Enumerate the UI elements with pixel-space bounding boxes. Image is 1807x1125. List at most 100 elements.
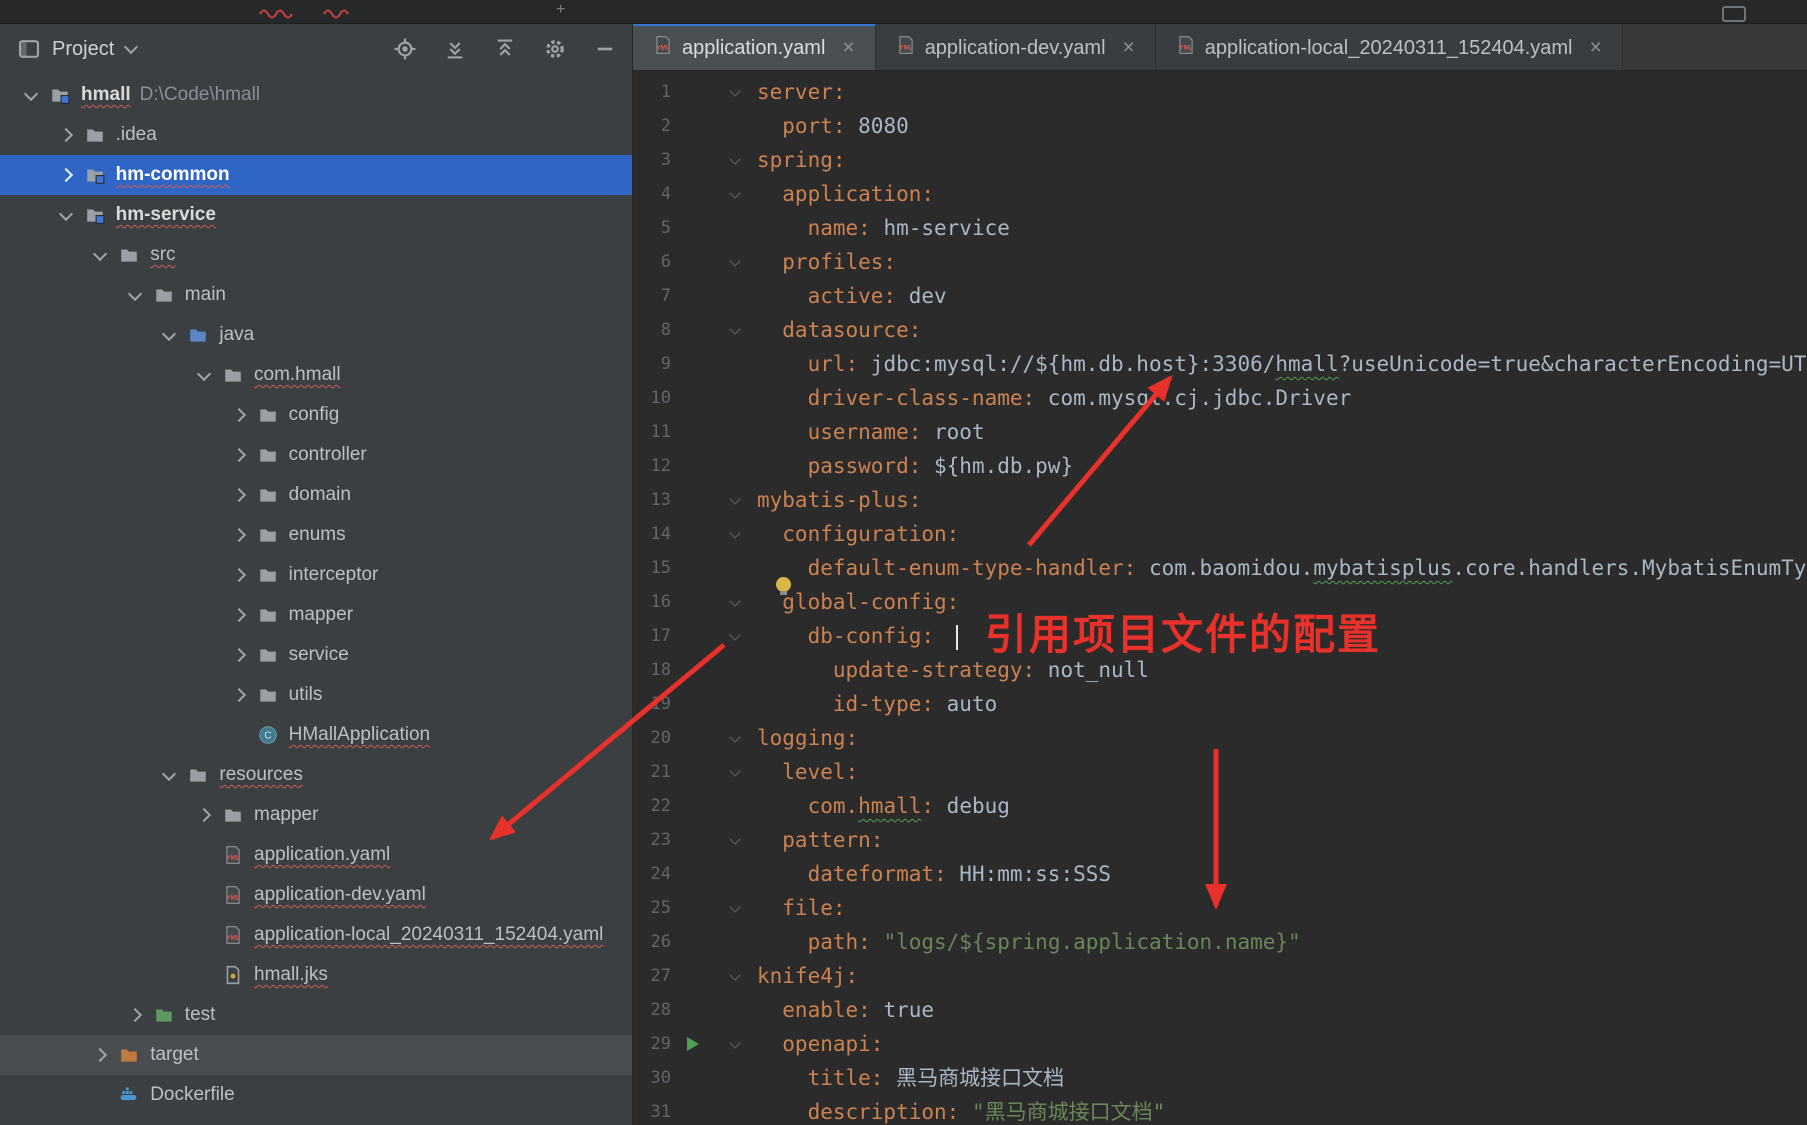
code-line[interactable]: 8 datasource: <box>633 313 1807 347</box>
tab-application-yaml[interactable]: YML application.yaml × <box>633 23 876 70</box>
tree-item-hm-common[interactable]: hm-common <box>0 155 632 195</box>
tree-item-java[interactable]: java <box>0 315 632 355</box>
code-line[interactable]: 14 configuration: <box>633 517 1807 551</box>
tree-item-main[interactable]: main <box>0 275 632 315</box>
fold-chevron-icon[interactable] <box>715 1036 755 1049</box>
code-line[interactable]: 28 enable: true <box>633 993 1807 1027</box>
tree-item-partial[interactable] <box>0 1115 632 1125</box>
code-line[interactable]: 29 openapi: <box>633 1027 1807 1061</box>
tree-item-hm-service[interactable]: hm-service <box>0 195 632 235</box>
tree-item-src[interactable]: src <box>0 235 632 275</box>
close-icon[interactable]: × <box>842 36 854 60</box>
tree-item-application-local-20240311-152404-yaml[interactable]: YML application-local_20240311_152404.yam… <box>0 915 632 955</box>
code-line[interactable]: 7 active: dev <box>633 279 1807 313</box>
code-line[interactable]: 20 logging: <box>633 721 1807 755</box>
code-line[interactable]: 10 driver-class-name: com.mysql.cj.jdbc.… <box>633 381 1807 415</box>
tree-item-domain[interactable]: domain <box>0 475 632 515</box>
run-icon[interactable] <box>671 1037 715 1051</box>
chevron-collapsed-icon[interactable] <box>49 127 83 143</box>
code-line[interactable]: 13 mybatis-plus: <box>633 483 1807 517</box>
chevron-expanded-icon[interactable] <box>152 326 186 341</box>
chevron-expanded-icon[interactable] <box>118 286 152 301</box>
code-line[interactable]: 1 server: <box>633 75 1807 109</box>
fold-chevron-icon[interactable] <box>715 254 755 267</box>
code-area[interactable]: 1 server: 2 port: 8080 3 spring: 4 applicatio… <box>633 70 1807 1125</box>
tree-item-com-hmall[interactable]: com.hmall <box>0 355 632 395</box>
settings-gear-icon[interactable] <box>542 36 568 62</box>
chevron-collapsed-icon[interactable] <box>83 1047 117 1063</box>
tab-application-dev-yaml[interactable]: YML application-dev.yaml × <box>875 23 1156 70</box>
fold-chevron-icon[interactable] <box>715 900 755 913</box>
intention-bulb-icon[interactable] <box>776 577 791 595</box>
fold-chevron-icon[interactable] <box>715 84 755 97</box>
chevron-down-icon[interactable] <box>124 39 139 55</box>
tree-item--idea[interactable]: .idea <box>0 115 632 155</box>
chevron-collapsed-icon[interactable] <box>222 567 256 583</box>
close-icon[interactable]: × <box>1123 36 1135 60</box>
chevron-expanded-icon[interactable] <box>83 246 117 261</box>
close-icon[interactable]: × <box>1589 36 1601 60</box>
code-line[interactable]: 2 port: 8080 <box>633 109 1807 143</box>
chevron-collapsed-icon[interactable] <box>222 407 256 423</box>
tree-item-interceptor[interactable]: interceptor <box>0 555 632 595</box>
chevron-collapsed-icon[interactable] <box>222 527 256 543</box>
tree-item-service[interactable]: service <box>0 635 632 675</box>
chevron-expanded-icon[interactable] <box>49 206 83 221</box>
chevron-collapsed-icon[interactable] <box>222 647 256 663</box>
fold-chevron-icon[interactable] <box>715 628 755 641</box>
tree-item-resources[interactable]: resources <box>0 755 632 795</box>
project-tool-icon[interactable] <box>16 36 42 62</box>
code-line[interactable]: 25 file: <box>633 891 1807 925</box>
code-line[interactable]: 21 level: <box>633 755 1807 789</box>
chevron-collapsed-icon[interactable] <box>118 1007 152 1023</box>
tree-item-hmallapplication[interactable]: C HMallApplication <box>0 715 632 755</box>
code-line[interactable]: 6 profiles: <box>633 245 1807 279</box>
fold-chevron-icon[interactable] <box>715 764 755 777</box>
tree-item-hmall[interactable]: hmall D:\Code\hmall <box>0 75 632 115</box>
chevron-expanded-icon[interactable] <box>187 366 221 381</box>
chevron-collapsed-icon[interactable] <box>49 167 83 183</box>
code-line[interactable]: 11 username: root <box>633 415 1807 449</box>
chevron-expanded-icon[interactable] <box>152 766 186 781</box>
code-line[interactable]: 4 application: <box>633 177 1807 211</box>
chevron-collapsed-icon[interactable] <box>222 487 256 503</box>
locate-file-icon[interactable] <box>392 36 418 62</box>
code-line[interactable]: 5 name: hm-service <box>633 211 1807 245</box>
fold-chevron-icon[interactable] <box>715 526 755 539</box>
code-line[interactable]: 31 description: "黑马商城接口文档" <box>633 1095 1807 1125</box>
fold-chevron-icon[interactable] <box>715 968 755 981</box>
tree-item-target[interactable]: target <box>0 1035 632 1075</box>
tree-item-controller[interactable]: controller <box>0 435 632 475</box>
code-line[interactable]: 26 path: "logs/${spring.application.name… <box>633 925 1807 959</box>
fold-chevron-icon[interactable] <box>715 322 755 335</box>
tree-item-mapper[interactable]: mapper <box>0 795 632 835</box>
chevron-collapsed-icon[interactable] <box>222 687 256 703</box>
tree-item-utils[interactable]: utils <box>0 675 632 715</box>
code-line[interactable]: 9 url: jdbc:mysql://${hm.db.host}:3306/h… <box>633 347 1807 381</box>
fold-chevron-icon[interactable] <box>715 594 755 607</box>
fold-chevron-icon[interactable] <box>715 186 755 199</box>
chevron-collapsed-icon[interactable] <box>222 607 256 623</box>
hide-panel-icon[interactable] <box>592 36 618 62</box>
code-line[interactable]: 15 default-enum-type-handler: com.baomid… <box>633 551 1807 585</box>
code-line[interactable]: 24 dateformat: HH:mm:ss:SSS <box>633 857 1807 891</box>
tree-item-config[interactable]: config <box>0 395 632 435</box>
chevron-expanded-icon[interactable] <box>14 86 48 101</box>
tree-item-enums[interactable]: enums <box>0 515 632 555</box>
chevron-collapsed-icon[interactable] <box>222 447 256 463</box>
fold-chevron-icon[interactable] <box>715 730 755 743</box>
code-line[interactable]: 22 com.hmall: debug <box>633 789 1807 823</box>
tree-item-mapper[interactable]: mapper <box>0 595 632 635</box>
fold-chevron-icon[interactable] <box>715 152 755 165</box>
tab-application-local-20240311-152404-yaml[interactable]: YML application-local_20240311_152404.yam… <box>1155 23 1623 70</box>
code-line[interactable]: 3 spring: <box>633 143 1807 177</box>
chevron-collapsed-icon[interactable] <box>187 807 221 823</box>
expand-all-icon[interactable] <box>442 36 468 62</box>
tree-item-dockerfile[interactable]: Dockerfile <box>0 1075 632 1115</box>
tree-item-test[interactable]: test <box>0 995 632 1035</box>
code-line[interactable]: 12 password: ${hm.db.pw} <box>633 449 1807 483</box>
tree-item-hmall-jks[interactable]: hmall.jks <box>0 955 632 995</box>
code-line[interactable]: 23 pattern: <box>633 823 1807 857</box>
code-line[interactable]: 19 id-type: auto <box>633 687 1807 721</box>
tree-item-application-yaml[interactable]: YML application.yaml <box>0 835 632 875</box>
